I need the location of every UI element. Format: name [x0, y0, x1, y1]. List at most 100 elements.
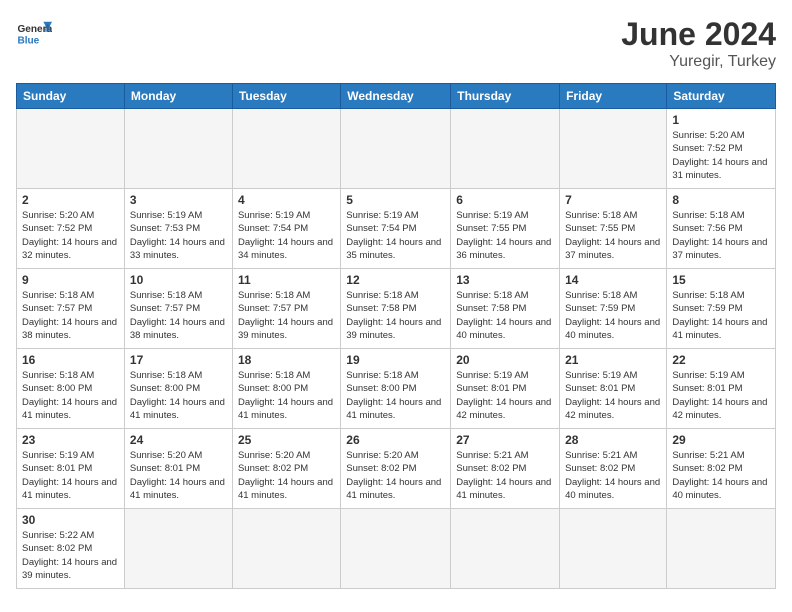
- day-info: Sunrise: 5:18 AM Sunset: 7:57 PM Dayligh…: [130, 289, 227, 342]
- calendar-week-2: 2 Sunrise: 5:20 AM Sunset: 7:52 PM Daylig…: [17, 189, 776, 269]
- day-info: Sunrise: 5:19 AM Sunset: 7:54 PM Dayligh…: [238, 209, 335, 262]
- calendar-week-1: 1Sunrise: 5:20 AM Sunset: 7:52 PM Daylig…: [17, 109, 776, 189]
- day-info: Sunrise: 5:18 AM Sunset: 7:57 PM Dayligh…: [22, 289, 119, 342]
- day-number: 19: [346, 353, 445, 367]
- day-info: Sunrise: 5:18 AM Sunset: 8:00 PM Dayligh…: [22, 369, 119, 422]
- day-info: Sunrise: 5:18 AM Sunset: 8:00 PM Dayligh…: [346, 369, 445, 422]
- calendar-cell: [667, 509, 776, 589]
- calendar-cell: 7 Sunrise: 5:18 AM Sunset: 7:55 PM Daylig…: [560, 189, 667, 269]
- day-number: 15: [672, 273, 770, 287]
- day-info: Sunrise: 5:18 AM Sunset: 8:00 PM Dayligh…: [130, 369, 227, 422]
- calendar-cell: 30 Sunrise: 5:22 AM Sunset: 8:02 PM Dayli…: [17, 509, 125, 589]
- day-number: 18: [238, 353, 335, 367]
- calendar-week-6: 30 Sunrise: 5:22 AM Sunset: 8:02 PM Dayli…: [17, 509, 776, 589]
- calendar-cell: [17, 109, 125, 189]
- calendar-cell: 11 Sunrise: 5:18 AM Sunset: 7:57 PM Dayli…: [232, 269, 340, 349]
- day-number: 14: [565, 273, 661, 287]
- calendar-cell: 28 Sunrise: 5:21 AM Sunset: 8:02 PM Dayli…: [560, 429, 667, 509]
- calendar-cell: 10 Sunrise: 5:18 AM Sunset: 7:57 PM Dayli…: [124, 269, 232, 349]
- logo: General Blue: [16, 16, 52, 52]
- day-number: 30: [22, 513, 119, 527]
- calendar-week-3: 9 Sunrise: 5:18 AM Sunset: 7:57 PM Daylig…: [17, 269, 776, 349]
- calendar-cell: 12 Sunrise: 5:18 AM Sunset: 7:58 PM Dayli…: [341, 269, 451, 349]
- day-number: 12: [346, 273, 445, 287]
- calendar-cell: [341, 109, 451, 189]
- month-title: June 2024: [621, 16, 776, 53]
- day-number: 8: [672, 193, 770, 207]
- day-number: 10: [130, 273, 227, 287]
- calendar-week-5: 23 Sunrise: 5:19 AM Sunset: 8:01 PM Dayli…: [17, 429, 776, 509]
- day-number: 29: [672, 433, 770, 447]
- day-number: 22: [672, 353, 770, 367]
- calendar-cell: [124, 109, 232, 189]
- day-number: 13: [456, 273, 554, 287]
- day-info: Sunrise: 5:21 AM Sunset: 8:02 PM Dayligh…: [565, 449, 661, 502]
- title-block: June 2024 Yuregir, Turkey: [621, 16, 776, 71]
- day-info: Sunrise: 5:18 AM Sunset: 7:55 PM Dayligh…: [565, 209, 661, 262]
- day-info: Sunrise: 5:19 AM Sunset: 7:53 PM Dayligh…: [130, 209, 227, 262]
- day-info: Sunrise: 5:18 AM Sunset: 7:56 PM Dayligh…: [672, 209, 770, 262]
- day-number: 23: [22, 433, 119, 447]
- day-number: 26: [346, 433, 445, 447]
- day-info: Sunrise: 5:20 AM Sunset: 8:01 PM Dayligh…: [130, 449, 227, 502]
- day-number: 1: [672, 113, 770, 127]
- svg-text:Blue: Blue: [17, 35, 39, 46]
- calendar-cell: 17 Sunrise: 5:18 AM Sunset: 8:00 PM Dayli…: [124, 349, 232, 429]
- calendar-cell: [560, 109, 667, 189]
- day-number: 9: [22, 273, 119, 287]
- day-info: Sunrise: 5:19 AM Sunset: 8:01 PM Dayligh…: [22, 449, 119, 502]
- calendar-table: SundayMondayTuesdayWednesdayThursdayFrid…: [16, 83, 776, 589]
- calendar-header-monday: Monday: [124, 84, 232, 109]
- day-info: Sunrise: 5:19 AM Sunset: 8:01 PM Dayligh…: [456, 369, 554, 422]
- day-info: Sunrise: 5:18 AM Sunset: 7:58 PM Dayligh…: [346, 289, 445, 342]
- day-info: Sunrise: 5:18 AM Sunset: 7:57 PM Dayligh…: [238, 289, 335, 342]
- calendar-cell: 24Sunrise: 5:20 AM Sunset: 8:01 PM Dayli…: [124, 429, 232, 509]
- day-number: 6: [456, 193, 554, 207]
- day-number: 11: [238, 273, 335, 287]
- day-number: 17: [130, 353, 227, 367]
- calendar-cell: 25Sunrise: 5:20 AM Sunset: 8:02 PM Dayli…: [232, 429, 340, 509]
- calendar-cell: 16 Sunrise: 5:18 AM Sunset: 8:00 PM Dayli…: [17, 349, 125, 429]
- calendar-cell: [451, 109, 560, 189]
- calendar-cell: 18 Sunrise: 5:18 AM Sunset: 8:00 PM Dayli…: [232, 349, 340, 429]
- day-number: 28: [565, 433, 661, 447]
- day-number: 20: [456, 353, 554, 367]
- day-number: 27: [456, 433, 554, 447]
- day-info: Sunrise: 5:21 AM Sunset: 8:02 PM Dayligh…: [456, 449, 554, 502]
- calendar-cell: 1Sunrise: 5:20 AM Sunset: 7:52 PM Daylig…: [667, 109, 776, 189]
- calendar-header-wednesday: Wednesday: [341, 84, 451, 109]
- calendar-cell: 19 Sunrise: 5:18 AM Sunset: 8:00 PM Dayli…: [341, 349, 451, 429]
- calendar-cell: [232, 509, 340, 589]
- day-info: Sunrise: 5:18 AM Sunset: 7:58 PM Dayligh…: [456, 289, 554, 342]
- day-info: Sunrise: 5:20 AM Sunset: 7:52 PM Dayligh…: [22, 209, 119, 262]
- calendar-header-sunday: Sunday: [17, 84, 125, 109]
- calendar-cell: [560, 509, 667, 589]
- calendar-cell: 2 Sunrise: 5:20 AM Sunset: 7:52 PM Daylig…: [17, 189, 125, 269]
- calendar-header-friday: Friday: [560, 84, 667, 109]
- day-number: 16: [22, 353, 119, 367]
- day-info: Sunrise: 5:18 AM Sunset: 8:00 PM Dayligh…: [238, 369, 335, 422]
- calendar-header-thursday: Thursday: [451, 84, 560, 109]
- day-info: Sunrise: 5:20 AM Sunset: 8:02 PM Dayligh…: [346, 449, 445, 502]
- calendar-week-4: 16 Sunrise: 5:18 AM Sunset: 8:00 PM Dayli…: [17, 349, 776, 429]
- calendar-header-row: SundayMondayTuesdayWednesdayThursdayFrid…: [17, 84, 776, 109]
- day-info: Sunrise: 5:19 AM Sunset: 8:01 PM Dayligh…: [672, 369, 770, 422]
- day-number: 2: [22, 193, 119, 207]
- day-info: Sunrise: 5:19 AM Sunset: 7:55 PM Dayligh…: [456, 209, 554, 262]
- calendar-cell: 21Sunrise: 5:19 AM Sunset: 8:01 PM Dayli…: [560, 349, 667, 429]
- day-number: 5: [346, 193, 445, 207]
- calendar-cell: [124, 509, 232, 589]
- day-info: Sunrise: 5:19 AM Sunset: 7:54 PM Dayligh…: [346, 209, 445, 262]
- day-info: Sunrise: 5:18 AM Sunset: 7:59 PM Dayligh…: [565, 289, 661, 342]
- day-info: Sunrise: 5:18 AM Sunset: 7:59 PM Dayligh…: [672, 289, 770, 342]
- calendar-cell: 6 Sunrise: 5:19 AM Sunset: 7:55 PM Daylig…: [451, 189, 560, 269]
- day-info: Sunrise: 5:22 AM Sunset: 8:02 PM Dayligh…: [22, 529, 119, 582]
- day-number: 4: [238, 193, 335, 207]
- calendar-cell: 4 Sunrise: 5:19 AM Sunset: 7:54 PM Daylig…: [232, 189, 340, 269]
- calendar-cell: 15 Sunrise: 5:18 AM Sunset: 7:59 PM Dayli…: [667, 269, 776, 349]
- calendar-cell: 22 Sunrise: 5:19 AM Sunset: 8:01 PM Dayli…: [667, 349, 776, 429]
- day-number: 7: [565, 193, 661, 207]
- calendar-cell: [451, 509, 560, 589]
- day-number: 3: [130, 193, 227, 207]
- logo-icon: General Blue: [16, 16, 52, 52]
